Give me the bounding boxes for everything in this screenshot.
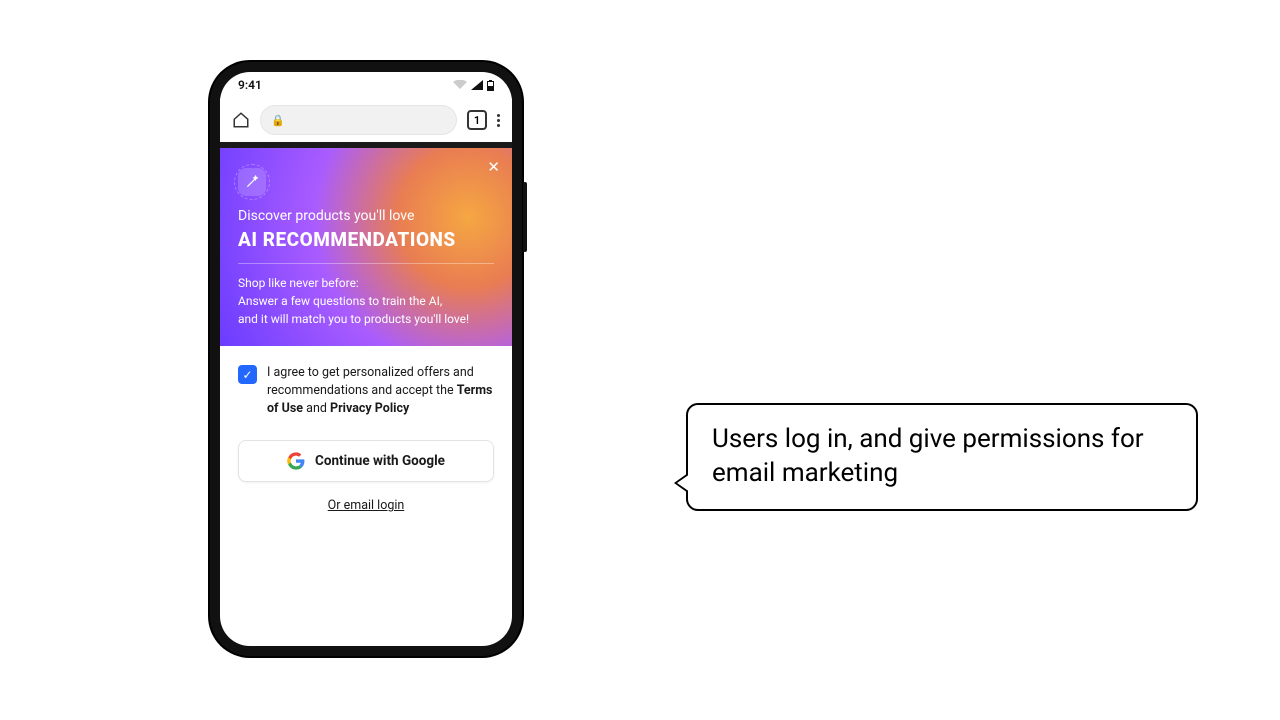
phone-side-button — [523, 182, 527, 252]
lock-icon: 🔒 — [271, 114, 285, 127]
hero-body: Shop like never before: Answer a few que… — [238, 274, 494, 328]
hero-body-line: Shop like never before: — [238, 274, 494, 292]
consent-and: and — [303, 401, 330, 416]
phone-frame: 9:41 🔒 1 ✕ Discover products you'll l — [210, 62, 522, 656]
privacy-policy-link[interactable]: Privacy Policy — [330, 401, 409, 416]
hero-divider — [238, 263, 494, 264]
status-time: 9:41 — [238, 78, 262, 92]
hero-body-line: Answer a few questions to train the AI, — [238, 292, 494, 310]
tabs-count: 1 — [474, 114, 480, 127]
home-icon[interactable] — [232, 111, 250, 129]
continue-with-google-button[interactable]: Continue with Google — [238, 440, 494, 482]
consent-checkbox[interactable]: ✓ — [238, 365, 257, 384]
status-bar: 9:41 — [220, 72, 512, 98]
battery-icon — [487, 80, 494, 91]
hero-title: AI RECOMMENDATIONS — [238, 228, 494, 251]
tabs-button[interactable]: 1 — [467, 110, 487, 130]
email-login-link[interactable]: Or email login — [220, 498, 512, 513]
callout-text: Users log in, and give permissions for e… — [712, 424, 1144, 488]
consent-prefix: I agree to get personalized offers and r… — [267, 365, 474, 398]
consent-section: ✓ I agree to get personalized offers and… — [220, 346, 512, 418]
hero-subtitle: Discover products you'll love — [238, 208, 494, 224]
wifi-icon — [453, 80, 467, 90]
close-icon[interactable]: ✕ — [487, 158, 500, 176]
google-button-label: Continue with Google — [315, 453, 445, 469]
hero-body-line: and it will match you to products you'll… — [238, 310, 494, 328]
url-bar[interactable]: 🔒 — [260, 105, 457, 135]
hero-banner: ✕ Discover products you'll love AI RECOM… — [220, 148, 512, 346]
browser-toolbar: 🔒 1 — [220, 98, 512, 142]
more-menu-icon[interactable] — [497, 114, 500, 127]
annotation-callout: Users log in, and give permissions for e… — [686, 403, 1198, 511]
google-icon — [287, 452, 305, 470]
phone-screen: 9:41 🔒 1 ✕ Discover products you'll l — [220, 72, 512, 646]
magic-wand-icon — [238, 168, 266, 196]
consent-row: ✓ I agree to get personalized offers and… — [238, 364, 494, 418]
signal-icon — [471, 80, 483, 90]
status-icons — [453, 80, 494, 91]
consent-text: I agree to get personalized offers and r… — [267, 364, 494, 418]
